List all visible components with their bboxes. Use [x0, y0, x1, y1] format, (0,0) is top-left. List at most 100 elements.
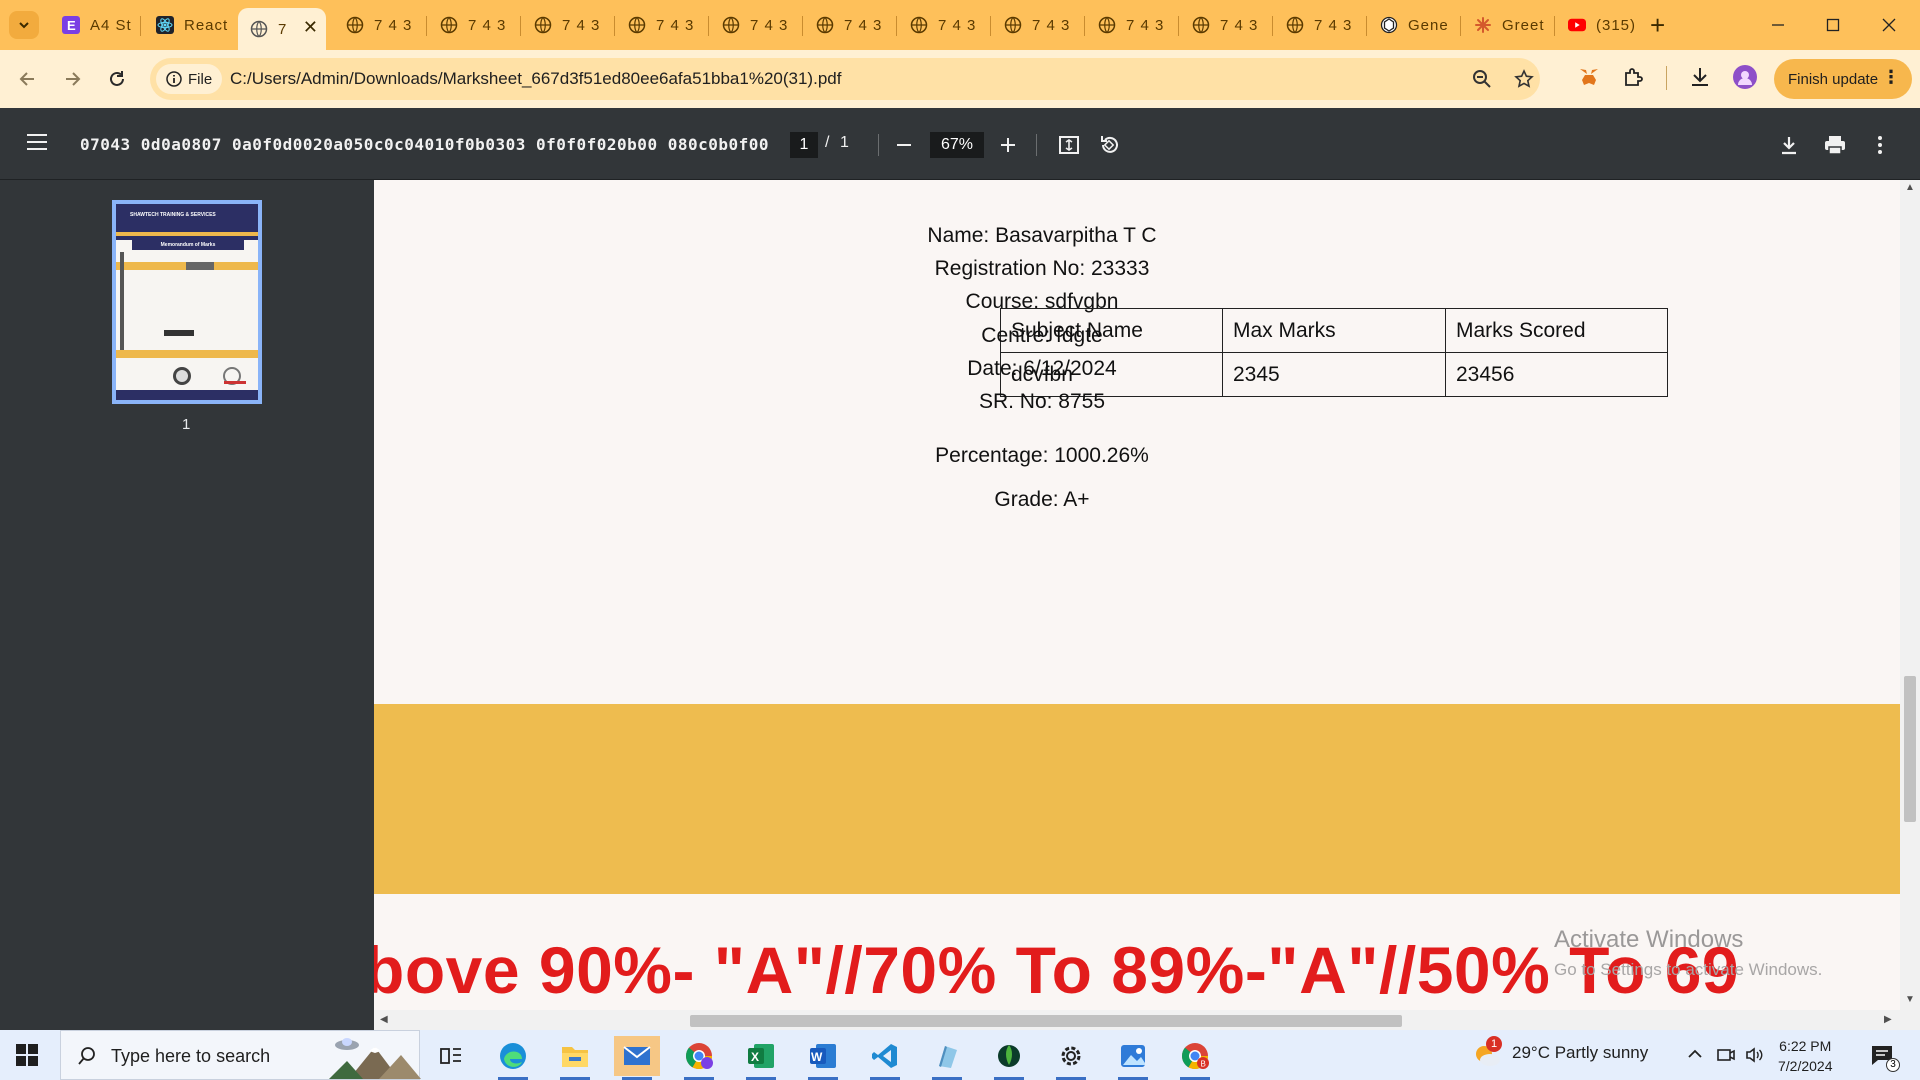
- bookmark-star-icon[interactable]: [1514, 69, 1534, 89]
- horizontal-scroll-thumb[interactable]: [690, 1015, 1402, 1027]
- vertical-scrollbar[interactable]: ▲ ▼: [1900, 180, 1920, 1010]
- tab-gene[interactable]: Gene: [1368, 8, 1456, 42]
- zoom-in-icon[interactable]: [998, 135, 1018, 155]
- url-text[interactable]: C:/Users/Admin/Downloads/Marksheet_667d3…: [230, 69, 841, 89]
- thumb-block: [164, 330, 194, 336]
- extensions-puzzle-icon[interactable]: [1622, 65, 1646, 89]
- globe-icon: [1004, 16, 1022, 34]
- rotate-icon[interactable]: [1098, 134, 1120, 156]
- pdf-page: Name: Basavarpitha T C Registration No: …: [374, 180, 1900, 1010]
- taskbar-chrome[interactable]: [676, 1036, 722, 1080]
- thumb-memo-title: Memorandum of Marks: [132, 240, 244, 250]
- tab-react[interactable]: React: [144, 8, 234, 42]
- vertical-scroll-thumb[interactable]: [1904, 676, 1916, 822]
- tab-743[interactable]: 7 4 3: [992, 8, 1080, 42]
- notes-icon: [939, 1046, 957, 1068]
- page-number-input[interactable]: 1: [790, 132, 818, 158]
- tab-separator: [1554, 16, 1555, 36]
- taskbar-mail[interactable]: [614, 1036, 660, 1080]
- tab-separator: [896, 16, 897, 36]
- scroll-left-icon[interactable]: ◀: [380, 1014, 388, 1025]
- globe-icon: [722, 16, 740, 34]
- tab-separator: [1084, 16, 1085, 36]
- print-icon[interactable]: [1823, 134, 1847, 156]
- download-icon[interactable]: [1688, 65, 1712, 89]
- metamask-icon[interactable]: [1577, 65, 1601, 89]
- pdf-viewer[interactable]: Name: Basavarpitha T C Registration No: …: [374, 180, 1920, 1030]
- taskbar-excel[interactable]: X: [738, 1036, 784, 1080]
- speaker-icon[interactable]: [1744, 1045, 1764, 1065]
- tab-743[interactable]: 7 4 3: [1086, 8, 1174, 42]
- finish-update-button[interactable]: Finish update ⋮: [1774, 59, 1912, 99]
- svg-text:X: X: [751, 1050, 759, 1064]
- more-vertical-icon[interactable]: [1876, 134, 1884, 156]
- tab-youtube[interactable]: (315): [1556, 8, 1642, 42]
- close-tab-icon[interactable]: ✕: [303, 17, 318, 38]
- page-separator: /: [825, 134, 830, 151]
- tab-743[interactable]: 7 4 3: [1180, 8, 1268, 42]
- taskbar-clock[interactable]: 6:22 PM 7/2/2024: [1778, 1036, 1833, 1076]
- pdf-toolbar: 07043 0d0a0807 0a0f0d0020a050c0c04010f0b…: [0, 108, 1920, 180]
- tab-search-button[interactable]: [9, 11, 39, 39]
- tab-a4[interactable]: E A4 St: [50, 8, 134, 42]
- tab-greet[interactable]: Greet: [1462, 8, 1550, 42]
- fit-page-icon[interactable]: [1058, 134, 1080, 156]
- student-name: Name: Basavarpitha T C: [927, 224, 1157, 247]
- thumb-band: [116, 232, 258, 236]
- address-bar[interactable]: File C:/Users/Admin/Downloads/Marksheet_…: [150, 58, 1540, 100]
- taskbar-vscode[interactable]: [862, 1036, 908, 1080]
- registration-number: Registration No: 23333: [934, 257, 1150, 280]
- taskbar-notes-app[interactable]: [924, 1036, 970, 1080]
- tab-743[interactable]: 7 4 3: [898, 8, 986, 42]
- grade-scale-text: bove 90%- "A"//70% To 89%-"A"//50% To 69: [374, 933, 1740, 1007]
- windows-start-icon[interactable]: [16, 1044, 38, 1066]
- folder-icon: [562, 1047, 588, 1067]
- tab-743[interactable]: 7 4 3: [804, 8, 892, 42]
- taskbar-settings[interactable]: [1048, 1036, 1094, 1080]
- scroll-up-icon[interactable]: ▲: [1905, 182, 1915, 193]
- taskbar-word[interactable]: W: [800, 1036, 846, 1080]
- task-view-button[interactable]: [428, 1036, 474, 1076]
- tab-743[interactable]: 7 4 3: [334, 8, 422, 42]
- tab-743[interactable]: 7 4 3: [710, 8, 798, 42]
- site-info-chip[interactable]: File: [156, 64, 223, 94]
- zoom-out-icon[interactable]: [894, 135, 914, 155]
- taskbar-mongodb[interactable]: [986, 1036, 1032, 1080]
- profile-avatar[interactable]: [1733, 65, 1757, 89]
- meet-now-icon[interactable]: [1716, 1045, 1736, 1065]
- minimize-button[interactable]: [1755, 10, 1801, 40]
- close-window-button[interactable]: [1866, 10, 1912, 40]
- zoom-icon[interactable]: [1472, 69, 1492, 89]
- tab-active-pdf[interactable]: 7 ✕: [238, 8, 326, 50]
- taskbar-photos[interactable]: [1110, 1036, 1156, 1080]
- page-thumbnail[interactable]: SHAWTECH TRAINING & SERVICES Memorandum …: [112, 200, 262, 404]
- weather-text[interactable]: 29°C Partly sunny: [1512, 1043, 1648, 1063]
- hamburger-menu-icon[interactable]: [26, 132, 48, 152]
- toolbar-divider: [878, 134, 879, 156]
- taskbar-search-box[interactable]: Type here to search: [60, 1030, 421, 1080]
- scroll-down-icon[interactable]: ▼: [1905, 994, 1915, 1005]
- tab-743[interactable]: 7 4 3: [428, 8, 516, 42]
- new-tab-button[interactable]: +: [1650, 12, 1665, 38]
- taskbar-edge[interactable]: [490, 1036, 536, 1080]
- tab-743[interactable]: 7 4 3: [522, 8, 610, 42]
- maximize-button[interactable]: [1810, 10, 1856, 40]
- clock-date: 7/2/2024: [1778, 1058, 1833, 1074]
- windows-taskbar: Type here to search X W B 1 29°C Partly …: [0, 1030, 1920, 1080]
- scroll-right-icon[interactable]: ▶: [1884, 1014, 1892, 1025]
- chevron-up-icon[interactable]: [1686, 1045, 1704, 1063]
- taskbar-chrome-profile[interactable]: B: [1172, 1036, 1218, 1080]
- chrome-icon: B: [1181, 1043, 1209, 1070]
- download-icon[interactable]: [1778, 134, 1800, 156]
- chevron-down-icon: [19, 22, 29, 29]
- tab-separator: [1460, 16, 1461, 36]
- horizontal-scrollbar[interactable]: ◀ ▶: [374, 1010, 1920, 1030]
- zoom-level-input[interactable]: 67%: [930, 132, 984, 158]
- taskbar-file-explorer[interactable]: [552, 1036, 598, 1080]
- tab-743[interactable]: 7 4 3: [616, 8, 704, 42]
- forward-button[interactable]: [56, 63, 88, 95]
- tab-743[interactable]: 7 4 3: [1274, 8, 1362, 42]
- reload-button[interactable]: [101, 63, 133, 95]
- globe-icon: [440, 16, 458, 34]
- back-button[interactable]: [12, 63, 44, 95]
